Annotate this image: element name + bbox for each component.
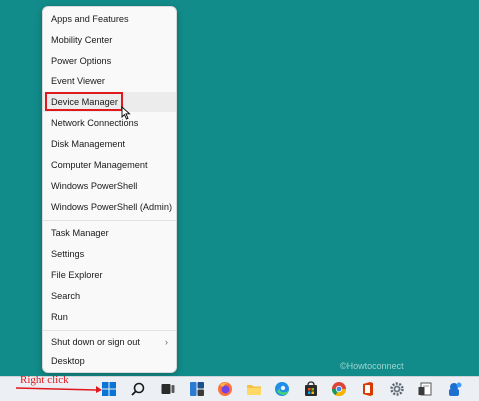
office-icon[interactable]: [360, 381, 376, 397]
task-view-icon[interactable]: [160, 381, 176, 397]
store-icon[interactable]: [303, 381, 319, 397]
menu-item-desktop[interactable]: Desktop: [43, 351, 176, 371]
app-icon[interactable]: [446, 381, 462, 397]
menu-item-network-connections[interactable]: Network Connections: [43, 113, 176, 133]
menu-item-computer-management[interactable]: Computer Management: [43, 155, 176, 175]
menu-item-event-viewer[interactable]: Event Viewer: [43, 71, 176, 91]
menu-item-shut-down-or-sign-out[interactable]: Shut down or sign out ›: [43, 332, 176, 352]
widgets-icon[interactable]: [189, 381, 205, 397]
settings-icon[interactable]: [389, 381, 405, 397]
menu-item-windows-powershell-admin[interactable]: Windows PowerShell (Admin): [43, 197, 176, 217]
menu-item-mobility-center[interactable]: Mobility Center: [43, 30, 176, 50]
menu-item-settings[interactable]: Settings: [43, 244, 176, 264]
winx-context-menu: Apps and Features Mobility Center Power …: [42, 6, 177, 373]
mouse-cursor-icon: [121, 106, 131, 120]
notepad-icon[interactable]: [417, 381, 433, 397]
watermark: ©Howtoconnect: [340, 361, 404, 371]
file-explorer-icon[interactable]: [246, 381, 262, 397]
arrow-icon: [15, 386, 102, 393]
menu-item-run[interactable]: Run: [43, 307, 176, 327]
firefox-icon[interactable]: [217, 381, 233, 397]
menu-separator: [43, 220, 176, 221]
menu-item-device-manager[interactable]: Device Manager: [43, 92, 176, 112]
menu-item-apps-and-features[interactable]: Apps and Features: [43, 9, 176, 29]
chevron-right-icon: ›: [165, 337, 168, 347]
chrome-icon[interactable]: [331, 381, 347, 397]
search-icon[interactable]: [130, 381, 146, 397]
menu-item-search[interactable]: Search: [43, 286, 176, 306]
edge-icon[interactable]: [274, 381, 290, 397]
menu-separator: [43, 330, 176, 331]
menu-item-task-manager[interactable]: Task Manager: [43, 223, 176, 243]
menu-item-disk-management[interactable]: Disk Management: [43, 134, 176, 154]
menu-item-file-explorer[interactable]: File Explorer: [43, 265, 176, 285]
menu-item-windows-powershell[interactable]: Windows PowerShell: [43, 176, 176, 196]
menu-item-power-options[interactable]: Power Options: [43, 51, 176, 71]
